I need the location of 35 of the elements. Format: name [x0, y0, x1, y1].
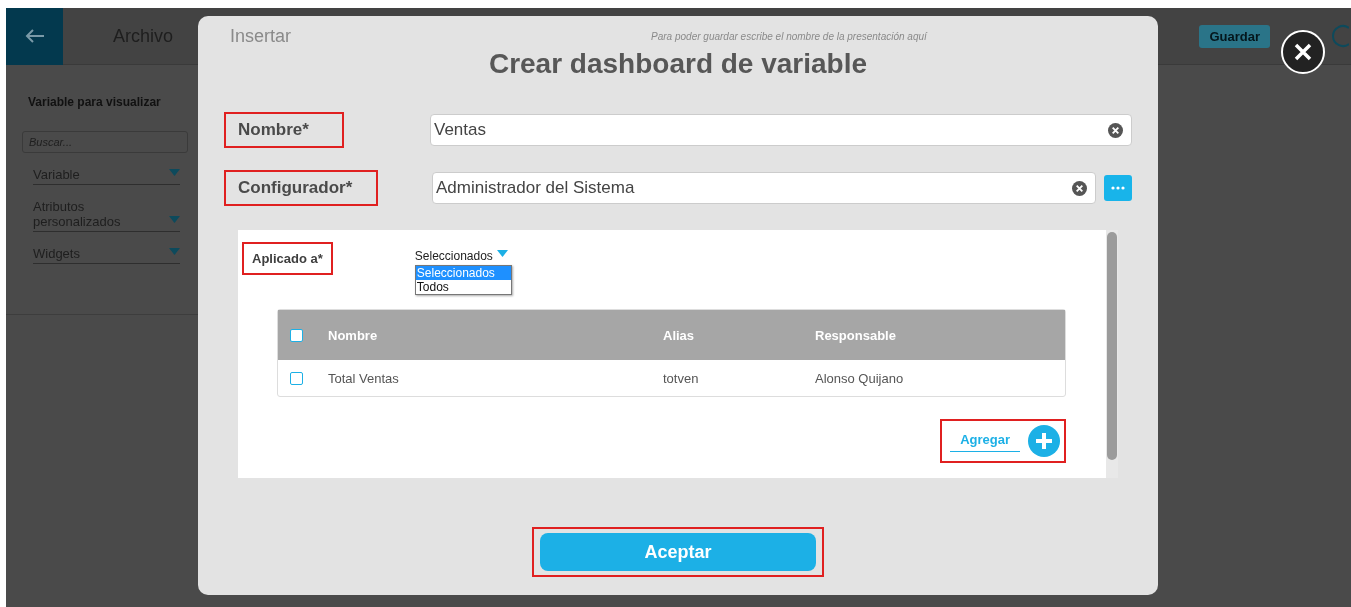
clear-icon[interactable]: [1108, 122, 1123, 138]
column-header: Alias: [663, 327, 696, 343]
table-cell-text: Alonso Quijano: [815, 370, 905, 386]
accept-button[interactable]: Aceptar: [540, 533, 816, 571]
table-cell-text: Total Ventas: [328, 370, 400, 386]
close-icon: [1293, 42, 1313, 62]
caret-icon: [169, 248, 180, 255]
column-header: Nombre: [328, 327, 379, 343]
more-button[interactable]: [1104, 175, 1132, 201]
arrow-left-icon: [24, 28, 45, 44]
checkbox[interactable]: [290, 371, 303, 385]
dropdown-option[interactable]: Todos: [415, 280, 511, 294]
caret-icon: [496, 249, 508, 257]
checkbox[interactable]: [290, 328, 303, 342]
save-button[interactable]: Guardar: [1199, 24, 1270, 48]
dropdown[interactable]: Seleccionados: [414, 249, 512, 263]
dots-icon: [1111, 186, 1125, 190]
caret-icon: [169, 216, 180, 223]
add-icon[interactable]: [1028, 425, 1060, 457]
sidebar-title: Variable para visualizar: [28, 95, 162, 109]
input-field[interactable]: Ventas: [430, 114, 1132, 146]
caret-icon: [169, 169, 180, 176]
presentation-name-placeholder[interactable]: Para poder guardar escribe el nombre de la presentación aquí: [651, 30, 927, 42]
field-label: Aplicado a*: [242, 242, 333, 275]
input-field[interactable]: Administrador del Sistema: [432, 172, 1096, 204]
field-label: Nombre*: [224, 112, 344, 148]
table-cell-text: totven: [663, 370, 700, 386]
column-header: Responsable: [815, 327, 897, 343]
insert-menu[interactable]: Insertar: [230, 25, 292, 47]
field-label: Configurador*: [224, 170, 378, 206]
clear-icon[interactable]: [1072, 180, 1087, 196]
dropdown-option[interactable]: Seleccionados: [415, 266, 511, 280]
back-button[interactable]: [6, 7, 63, 65]
scrollbar-thumb[interactable]: [1107, 232, 1117, 460]
dialog-title: Crear dashboard de variable: [488, 48, 868, 80]
